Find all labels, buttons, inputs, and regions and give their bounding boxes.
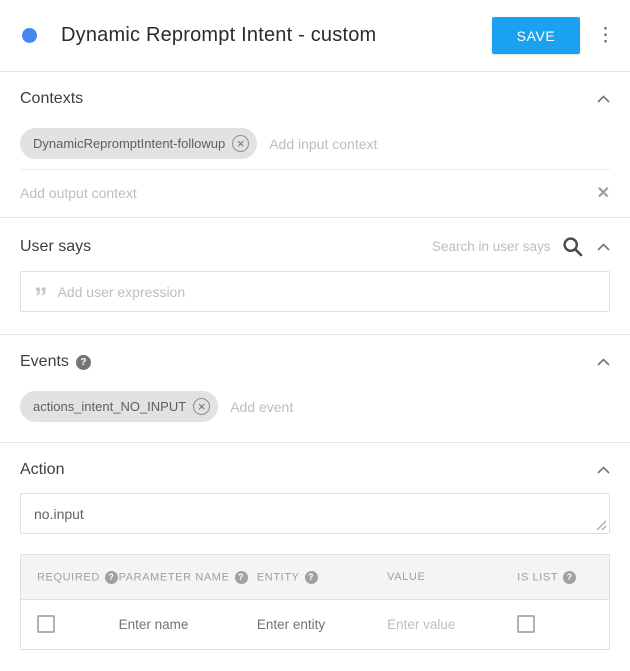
- action-header: Action: [0, 443, 630, 489]
- events-help-icon[interactable]: ?: [76, 355, 91, 370]
- events-row: actions_intent_NO_INPUT ×: [0, 381, 630, 442]
- intent-title: Dynamic Reprompt Intent - custom: [61, 24, 492, 47]
- input-context-chip-label: DynamicRepromptIntent-followup: [33, 136, 225, 151]
- parameter-name-help-icon[interactable]: ?: [235, 571, 248, 584]
- remove-event-icon[interactable]: ×: [193, 398, 210, 415]
- entity-help-icon[interactable]: ?: [305, 571, 318, 584]
- required-help-icon[interactable]: ?: [105, 571, 118, 584]
- events-title: Events: [20, 353, 69, 371]
- overflow-menu-icon[interactable]: ⋮: [596, 26, 614, 45]
- events-header: Events ?: [0, 335, 630, 381]
- add-output-context-field[interactable]: [20, 185, 587, 201]
- value-cell: [371, 600, 501, 650]
- entity-cell: [241, 600, 371, 650]
- contexts-title: Contexts: [20, 90, 83, 108]
- column-header-value: VALUE: [371, 555, 501, 600]
- add-input-context-field[interactable]: [269, 136, 610, 152]
- event-chip-label: actions_intent_NO_INPUT: [33, 399, 186, 414]
- required-cell: [21, 600, 103, 650]
- add-user-expression-field[interactable]: [58, 284, 597, 300]
- remove-input-context-icon[interactable]: ×: [232, 135, 249, 152]
- intent-status-dot: [22, 28, 37, 43]
- search-icon[interactable]: [562, 236, 583, 257]
- output-context-row: ✕: [0, 170, 630, 217]
- column-header-required: REQUIRED?: [21, 555, 103, 600]
- collapse-user-says-icon[interactable]: [597, 243, 610, 251]
- intent-header: Dynamic Reprompt Intent - custom SAVE ⋮: [0, 0, 630, 72]
- user-says-search: [432, 236, 597, 257]
- clear-output-context-icon[interactable]: ✕: [597, 183, 610, 203]
- parameter-name-cell: [103, 600, 241, 650]
- collapse-events-icon[interactable]: [597, 358, 610, 366]
- event-chip[interactable]: actions_intent_NO_INPUT ×: [20, 391, 218, 422]
- action-value: no.input: [34, 506, 84, 522]
- is-list-help-icon[interactable]: ?: [563, 571, 576, 584]
- search-user-says-input[interactable]: [432, 239, 560, 254]
- is-list-cell: [501, 600, 609, 650]
- parameter-row: [21, 600, 610, 650]
- column-header-parameter-name: PARAMETER NAME?: [103, 555, 241, 600]
- action-title: Action: [20, 461, 64, 479]
- is-list-checkbox[interactable]: [517, 615, 535, 633]
- parameter-name-field[interactable]: [119, 617, 235, 632]
- add-event-field[interactable]: [230, 399, 610, 415]
- resize-handle-icon[interactable]: [596, 520, 607, 531]
- action-section: Action no.input REQUIRED? PARAMETER NAME…: [0, 443, 630, 650]
- contexts-section: Contexts DynamicRepromptIntent-followup …: [0, 72, 630, 218]
- user-expression-box: ”: [20, 271, 610, 312]
- user-says-section: User says ”: [0, 218, 630, 335]
- collapse-action-icon[interactable]: [597, 466, 610, 474]
- input-contexts-row: DynamicRepromptIntent-followup ×: [20, 118, 610, 170]
- column-header-is-list: IS LIST?: [501, 555, 609, 600]
- contexts-header: Contexts: [0, 72, 630, 118]
- column-header-entity: ENTITY?: [241, 555, 371, 600]
- user-says-header: User says: [0, 218, 630, 267]
- value-field[interactable]: [387, 617, 495, 632]
- required-checkbox[interactable]: [37, 615, 55, 633]
- parameters-header-row: REQUIRED? PARAMETER NAME? ENTITY? VALUE …: [21, 555, 610, 600]
- entity-field[interactable]: [257, 617, 365, 632]
- events-section: Events ? actions_intent_NO_INPUT ×: [0, 335, 630, 443]
- parameters-table: REQUIRED? PARAMETER NAME? ENTITY? VALUE …: [20, 554, 610, 650]
- user-says-title: User says: [20, 238, 91, 256]
- save-button[interactable]: SAVE: [492, 17, 580, 54]
- input-context-chip[interactable]: DynamicRepromptIntent-followup ×: [20, 128, 257, 159]
- collapse-contexts-icon[interactable]: [597, 95, 610, 103]
- action-input-box[interactable]: no.input: [20, 493, 610, 534]
